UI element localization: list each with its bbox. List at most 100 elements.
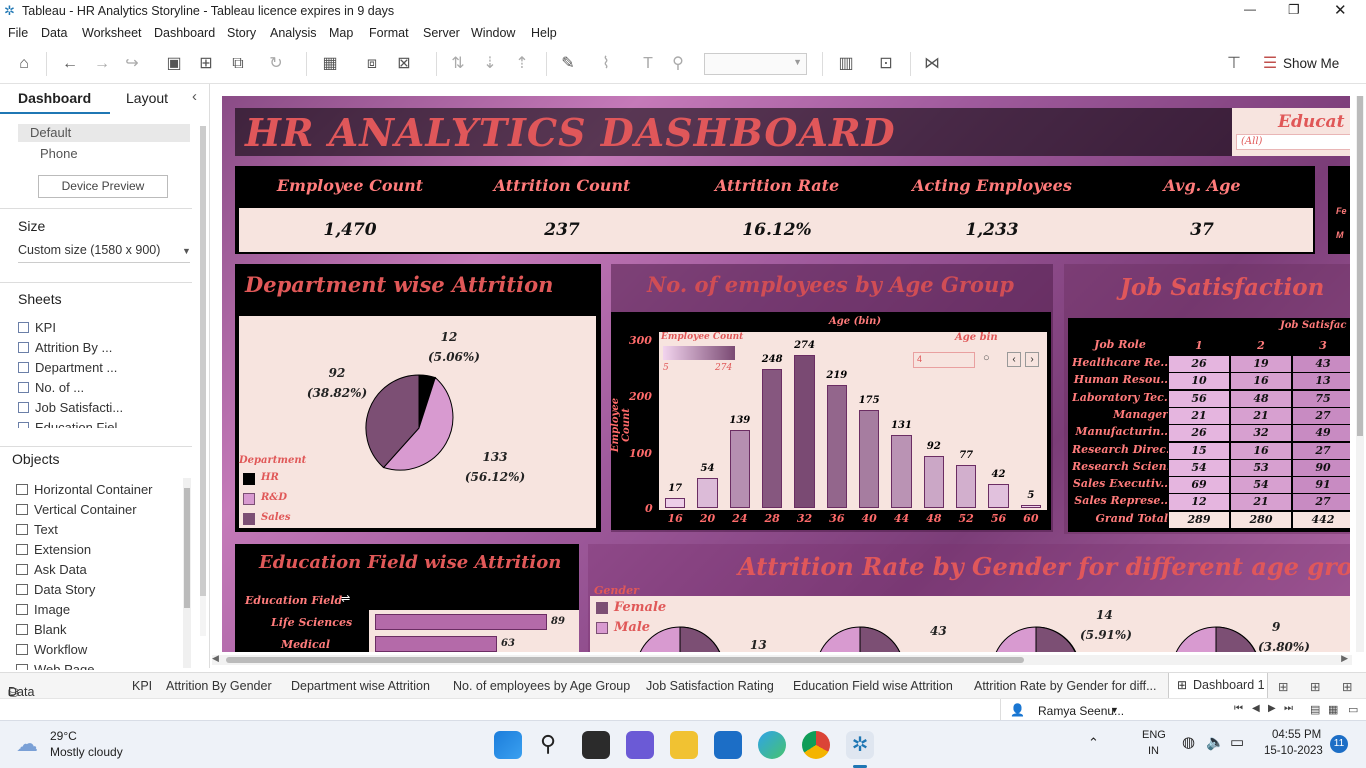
device-default[interactable]: Default [18,124,190,142]
collapse-icon[interactable]: ‹ [192,88,197,105]
tab-employees-by-age-group[interactable]: No. of employees by Age Group [453,679,630,693]
age-bar[interactable] [729,430,750,508]
menu-file[interactable]: File [8,26,28,40]
chevron-up-icon[interactable]: ⌃ [1088,735,1099,751]
job-row[interactable]: Research Direc.. 15 16 27 [1068,442,1350,460]
object-item[interactable]: Ask Data [16,562,87,577]
sheet-item[interactable]: Attrition By ... [18,340,112,355]
job-row[interactable]: Human Resou.. 10 16 13 [1068,373,1350,390]
redo-icon[interactable]: → [92,54,112,74]
scroll-left-icon[interactable]: ◀ [212,653,219,664]
duplicate-icon[interactable]: ⧈ [362,54,382,74]
undo-icon[interactable]: ← [60,54,80,74]
tableau-app-icon[interactable]: ✲ [846,731,874,759]
slider-handle-icon[interactable]: ○ [983,352,990,364]
menu-dashboard[interactable]: Dashboard [154,26,215,40]
object-item[interactable]: Workflow [16,642,87,657]
age-bar[interactable] [956,464,977,508]
clear-sheet-icon[interactable]: ⊠ [394,54,414,74]
add-datasource-icon[interactable]: ⊞ [196,54,216,74]
tab-education-field-wise-attrition[interactable]: Education Field wise Attrition [793,679,953,693]
new-dashboard-tab-icon[interactable]: ⊞ [1310,679,1320,694]
volume-icon[interactable]: 🔈 [1206,733,1225,751]
tab-layout[interactable]: Layout [126,90,168,106]
legend-item[interactable]: HR [261,472,279,483]
objects-scrollbar[interactable] [183,478,191,668]
menu-analysis[interactable]: Analysis [270,26,317,40]
menu-worksheet[interactable]: Worksheet [82,26,142,40]
job-row[interactable]: Sales Executiv.. 69 54 91 [1068,477,1350,494]
search-icon[interactable]: ⚲ [540,731,556,757]
menu-server[interactable]: Server [423,26,460,40]
sort-asc-icon[interactable]: ⇣ [480,54,500,74]
job-row[interactable]: Manufacturin.. 26 32 49 [1068,425,1350,442]
job-row[interactable]: Grand Total 289 280 442 [1068,511,1350,529]
gender-pie-slice[interactable] [679,626,721,652]
object-item[interactable]: Text [16,522,58,537]
vertical-scrollbar[interactable] [1356,96,1364,652]
menu-format[interactable]: Format [369,26,409,40]
maximize-button[interactable]: ❐ [1288,2,1300,18]
pin-icon[interactable]: ⚲ [668,54,688,74]
chevron-down-icon[interactable]: ▼ [1110,705,1119,715]
save-icon[interactable]: ▣ [164,54,184,74]
home-icon[interactable]: ⌂ [14,54,34,74]
job-row[interactable]: Laboratory Tec.. 56 48 75 [1068,390,1350,408]
minimize-button[interactable]: — [1244,2,1256,16]
language-code[interactable]: ENG [1142,729,1166,741]
device-preview-button[interactable]: Device Preview [38,175,168,198]
tab-attrition-by-gender[interactable]: Attrition By Gender [166,679,272,693]
network-icon[interactable]: ◍ [1182,733,1195,751]
param-input[interactable]: 4 [913,352,975,368]
object-item[interactable]: Data Story [16,582,95,597]
close-button[interactable]: ✕ [1334,1,1347,19]
age-bar[interactable] [891,434,912,508]
highlight-icon[interactable]: ✎ [558,54,578,74]
object-item[interactable]: Extension [16,542,91,557]
age-bar[interactable] [665,498,686,508]
menu-data[interactable]: Data [41,26,67,40]
filter-dropdown[interactable]: (All) [1236,134,1350,150]
age-bar[interactable] [826,385,847,508]
menu-map[interactable]: Map [329,26,353,40]
age-bar[interactable] [794,354,815,508]
region-code[interactable]: IN [1148,745,1159,757]
tabs-view-icon[interactable]: ▭ [1348,703,1358,716]
weather-icon[interactable]: ☁ [16,731,38,757]
show-me-icon[interactable]: ☰ [1260,54,1280,74]
fit-dropdown[interactable]: ▼ [704,53,807,75]
gender-pie-slice[interactable] [859,626,902,652]
tab-kpi[interactable]: KPI [132,679,152,693]
object-item[interactable]: Vertical Container [16,502,137,517]
sort-desc-icon[interactable]: ⇡ [512,54,532,74]
age-bar[interactable] [859,410,880,508]
age-bar[interactable] [762,369,783,508]
sheet-item[interactable]: KPI [18,320,56,335]
tab-dashboard-1[interactable]: ⊞ Dashboard 1 [1168,673,1268,698]
age-bar[interactable] [1020,505,1041,508]
teams-icon[interactable] [626,731,654,759]
new-worksheet-tab-icon[interactable]: ⊞ [1278,679,1288,694]
chevron-down-icon[interactable]: ▼ [182,246,191,256]
filmstrip-icon[interactable]: ▦ [1328,703,1338,716]
share-icon[interactable]: ⋈ [922,54,942,74]
chrome-icon[interactable] [802,731,830,759]
store-icon[interactable] [714,731,742,759]
left-pane-scrollbar[interactable] [200,126,206,636]
tab-dashboard[interactable]: Dashboard [18,90,91,106]
edge-icon[interactable] [758,731,786,759]
new-story-tab-icon[interactable]: ⊞ [1342,679,1352,694]
new-worksheet-icon[interactable]: ▦ [320,54,340,74]
clock-date[interactable]: 15-10-2023 [1264,745,1323,757]
object-item[interactable]: Blank [16,622,67,637]
sheet-item[interactable]: Education Fiel... [18,420,128,428]
pause-updates-icon[interactable]: ⧉ [228,54,248,74]
device-phone[interactable]: Phone [40,146,78,161]
job-row[interactable]: Manager 21 21 27 [1068,407,1350,425]
show-me-button[interactable]: Show Me [1283,56,1339,71]
age-bar[interactable] [697,477,718,508]
sort-icon[interactable]: ⇌ [341,592,350,605]
age-bar[interactable] [923,456,944,508]
param-prev-button[interactable]: ‹ [1007,352,1021,367]
show-cards-icon[interactable]: ▥ [836,54,856,74]
